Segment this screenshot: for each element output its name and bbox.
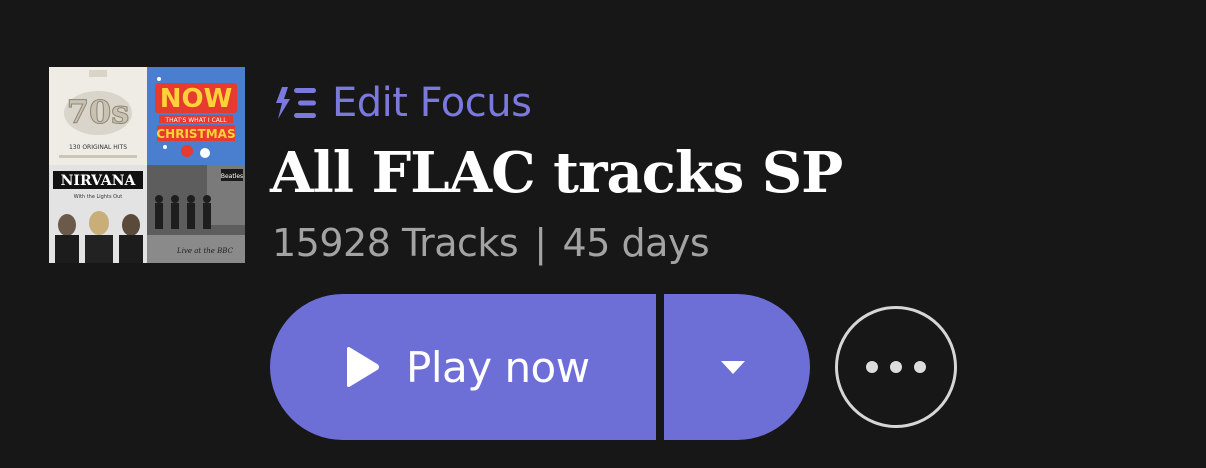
focus-filter-icon	[276, 87, 316, 119]
play-now-button[interactable]: Play now	[270, 294, 656, 440]
svg-text:130 ORIGINAL HITS: 130 ORIGINAL HITS	[69, 144, 127, 151]
album-art-nirvana: NIRVANA With the Lights Out	[49, 165, 147, 263]
svg-text:NOW: NOW	[160, 84, 233, 114]
svg-text:THAT'S WHAT I CALL: THAT'S WHAT I CALL	[164, 117, 227, 124]
svg-text:Beatles: Beatles	[221, 173, 243, 180]
more-options-button[interactable]	[835, 306, 957, 428]
svg-text:CHRISTMAS: CHRISTMAS	[156, 127, 235, 141]
edit-focus-button[interactable]: Edit Focus	[274, 78, 532, 128]
play-icon	[347, 347, 379, 387]
playlist-title: All FLAC tracks SP	[270, 140, 843, 206]
play-options-dropdown-button[interactable]	[664, 294, 810, 440]
edit-focus-label: Edit Focus	[332, 80, 532, 126]
meta-separator: |	[534, 221, 547, 265]
playlist-artwork-mosaic: 70s 130 ORIGINAL HITS NOW THAT'S WHAT I …	[49, 67, 245, 263]
svg-text:With the Lights Out: With the Lights Out	[74, 194, 123, 200]
playlist-meta: 15928 Tracks | 45 days	[272, 218, 710, 268]
playlist-duration: 45 days	[562, 221, 710, 265]
more-options-icon	[866, 361, 926, 373]
album-art-now-christmas: NOW THAT'S WHAT I CALL CHRISTMAS	[147, 67, 245, 165]
caret-down-icon	[721, 361, 745, 374]
track-count: 15928 Tracks	[272, 221, 519, 265]
svg-text:NIRVANA: NIRVANA	[61, 173, 137, 189]
album-art-beatles: Beatles Live at the BBC	[147, 165, 245, 263]
svg-text:Live at the BBC: Live at the BBC	[176, 247, 234, 255]
album-art-70s: 70s 130 ORIGINAL HITS	[49, 67, 147, 165]
play-now-label: Play now	[406, 342, 590, 392]
svg-text:70s: 70s	[67, 93, 130, 131]
